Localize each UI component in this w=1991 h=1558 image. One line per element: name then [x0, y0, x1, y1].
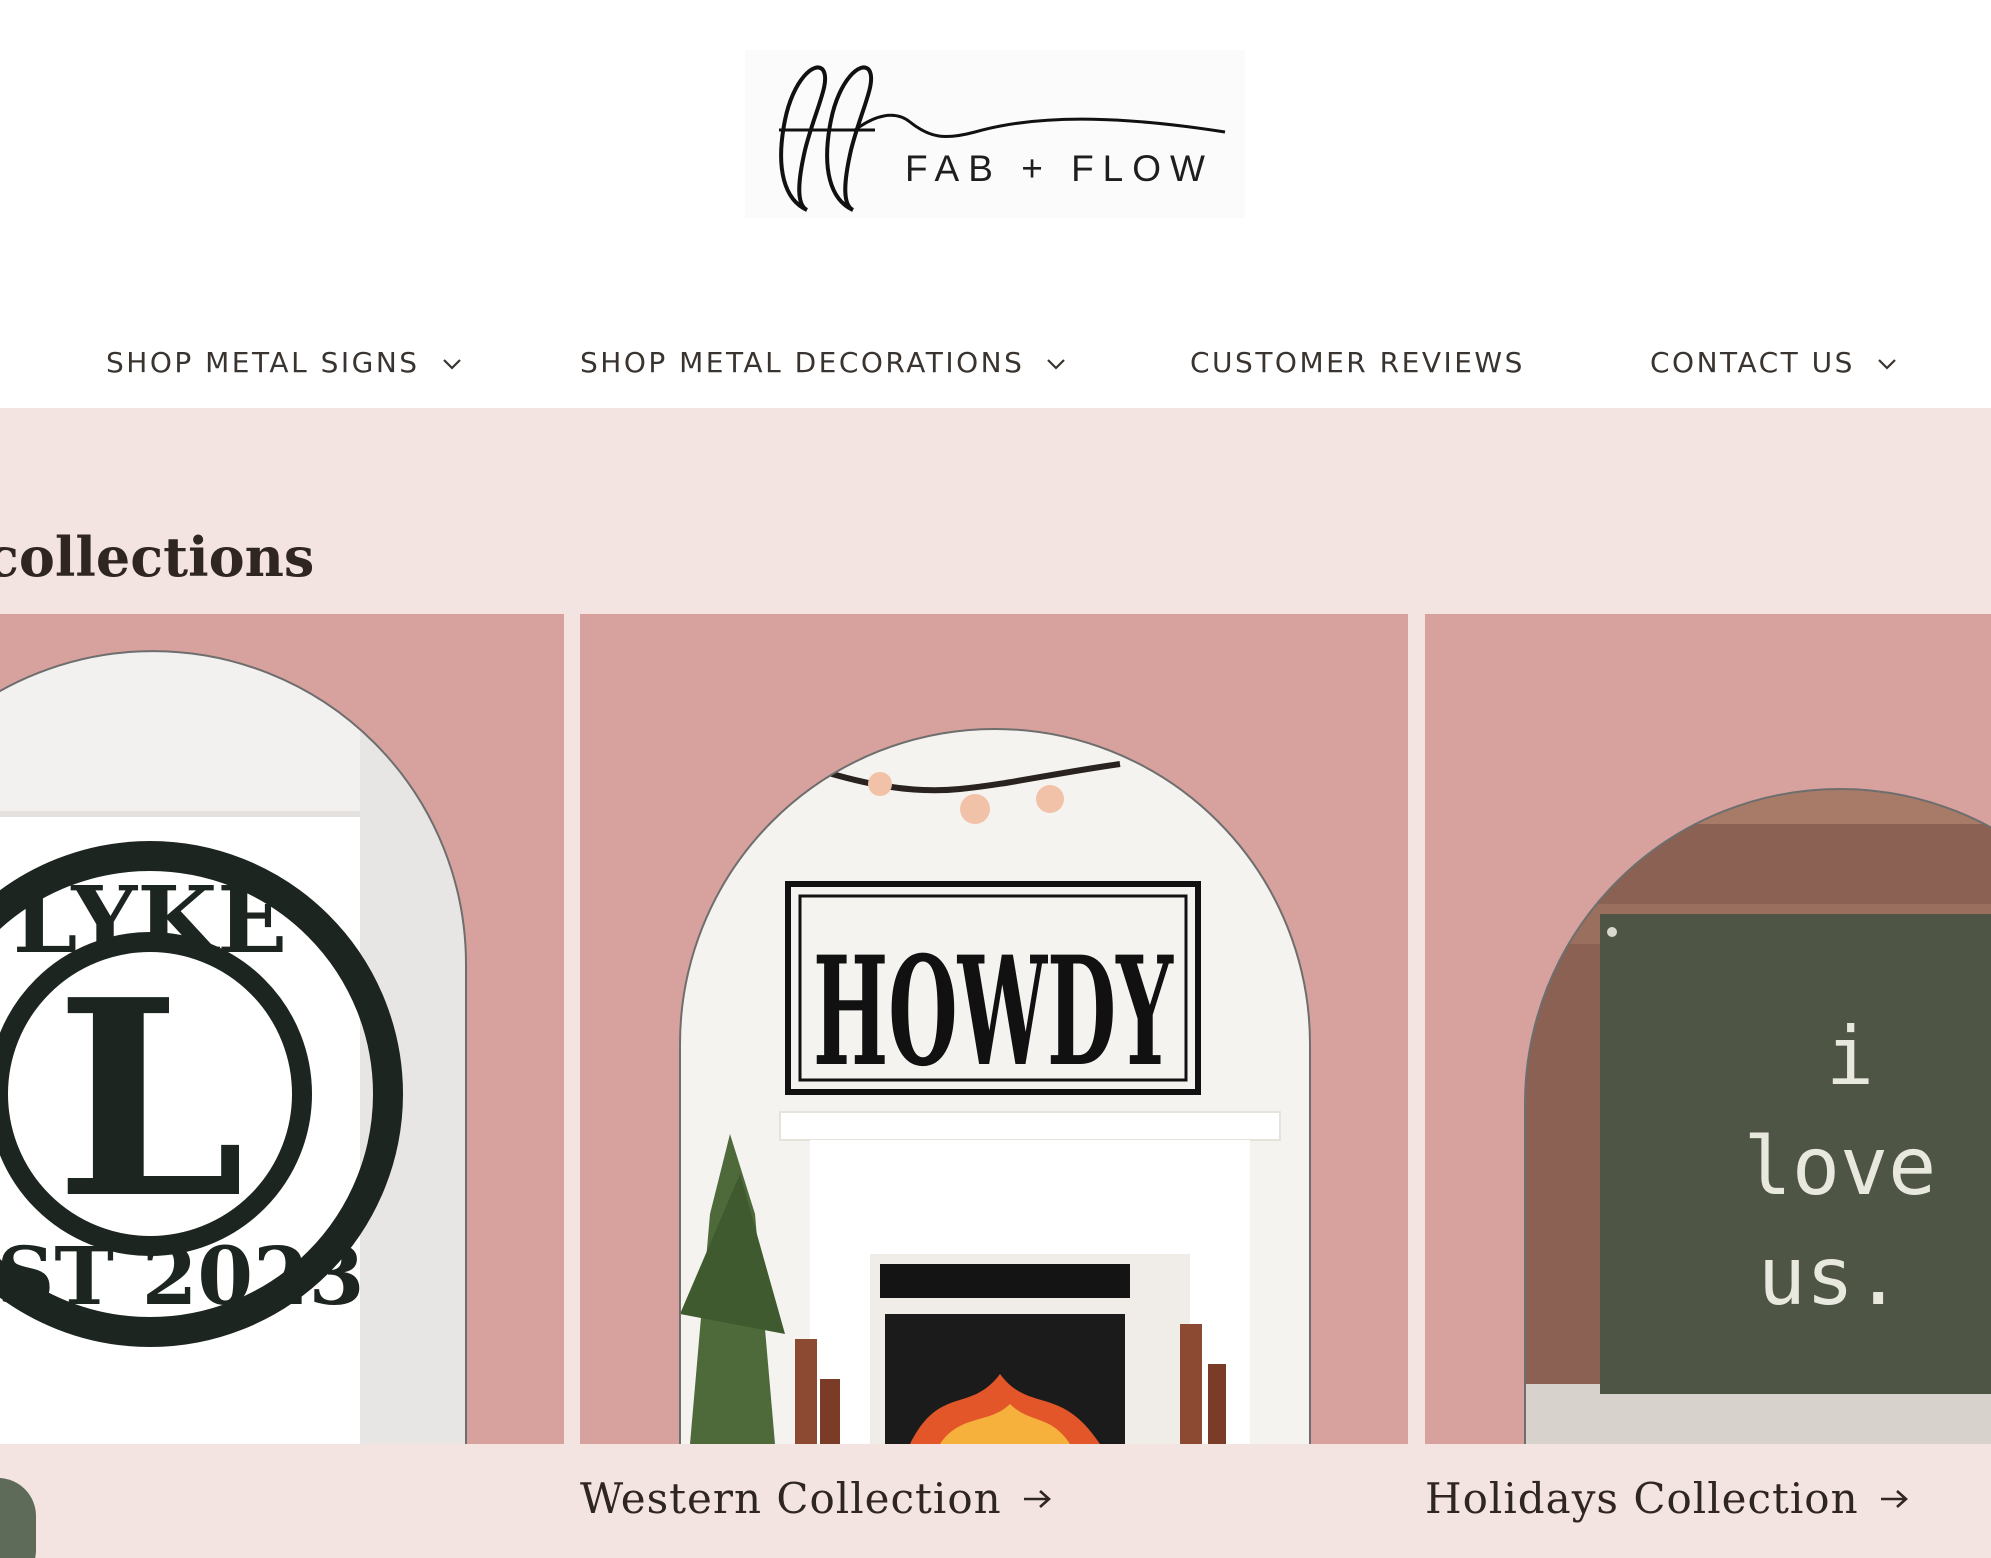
- section-title: collections: [0, 524, 315, 589]
- arrow-right-icon: [1023, 1489, 1051, 1508]
- nav-contact-us[interactable]: CONTACT US: [1650, 342, 1897, 382]
- collection-card-monogram[interactable]: LYKE L EST 2023: [0, 614, 564, 1444]
- sign-line-1: i: [1826, 1010, 1874, 1103]
- chevron-down-icon: [1878, 359, 1896, 370]
- collection-card-holidays[interactable]: i love us.: [1425, 614, 1991, 1444]
- nav-label: CONTACT US: [1650, 345, 1855, 379]
- holidays-collection-link[interactable]: Holidays Collection: [1425, 1474, 1909, 1523]
- main-navigation: SHOP METAL SIGNS SHOP METAL DECORATIONS …: [0, 330, 1991, 392]
- sign-bottom-text: EST 2023: [0, 1229, 364, 1323]
- arrow-right-icon: [1880, 1489, 1908, 1508]
- sign-line-3: us.: [1758, 1230, 1903, 1323]
- sign-text: HOWDY: [813, 924, 1174, 1100]
- nav-customer-reviews[interactable]: CUSTOMER REVIEWS: [1190, 342, 1525, 382]
- collection-card-western[interactable]: HOWDY: [580, 614, 1408, 1444]
- collection-image: i love us.: [1524, 788, 1991, 1444]
- nav-label: SHOP METAL DECORATIONS: [580, 345, 1025, 379]
- collection-image: LYKE L EST 2023: [0, 650, 467, 1444]
- collections-section: collections LYKE L EST 2023: [0, 408, 1991, 1558]
- chevron-down-icon: [442, 359, 461, 370]
- nav-label: CUSTOMER REVIEWS: [1190, 345, 1525, 379]
- nav-label: SHOP METAL SIGNS: [106, 345, 420, 379]
- nav-shop-metal-signs[interactable]: SHOP METAL SIGNS: [106, 342, 462, 382]
- brand-logo[interactable]: FAB + FLOW: [745, 50, 1245, 218]
- brand-name: FAB + FLOW: [905, 148, 1214, 189]
- collection-label: Western Collection: [580, 1474, 1002, 1523]
- site-header: FAB + FLOW SHOP METAL SIGNS SHOP METAL D…: [0, 0, 1991, 408]
- chevron-down-icon: [1047, 359, 1066, 370]
- western-collection-link[interactable]: Western Collection: [580, 1474, 1052, 1523]
- sign-line-2: love: [1744, 1120, 1937, 1213]
- collection-label: Holidays Collection: [1425, 1474, 1859, 1523]
- collection-image: HOWDY: [679, 728, 1311, 1444]
- monogram-icon: [779, 65, 1226, 212]
- sign-letter: L: [55, 940, 245, 1258]
- nav-shop-metal-decorations[interactable]: SHOP METAL DECORATIONS: [580, 342, 1066, 382]
